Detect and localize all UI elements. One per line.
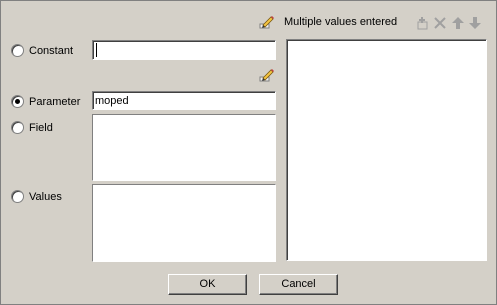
edit-parameter-icon[interactable] [259,68,275,82]
field-radio[interactable] [11,121,24,134]
parameter-input[interactable] [92,91,276,110]
value-source-dialog: Multiple values entered Constant Paramet… [0,0,497,305]
radio-selected-dot [15,99,20,104]
constant-input[interactable] [92,40,276,60]
ok-button[interactable]: OK [168,274,247,295]
constant-label: Constant [29,45,74,57]
arrow-down-icon[interactable] [468,16,482,30]
parameter-radio[interactable] [11,95,24,108]
values-label: Values [29,191,62,203]
status-text: Multiple values entered [284,16,398,28]
constant-radio[interactable] [11,44,24,57]
selected-values-list[interactable] [286,39,487,261]
text-caret [96,43,97,57]
delete-x-icon[interactable] [433,16,447,30]
cancel-button[interactable]: Cancel [259,274,338,295]
add-icon[interactable] [416,16,430,30]
arrow-up-icon[interactable] [451,16,465,30]
field-list[interactable] [92,114,276,181]
values-list[interactable] [92,184,276,262]
parameter-label: Parameter [29,96,81,108]
edit-values-icon[interactable] [259,15,275,29]
values-radio[interactable] [11,190,24,203]
field-label: Field [29,122,53,134]
